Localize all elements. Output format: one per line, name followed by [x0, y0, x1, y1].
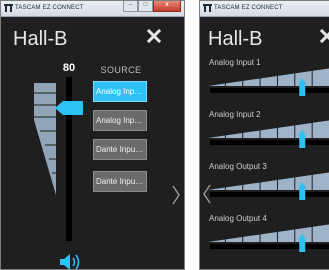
channel-fader-4[interactable]	[208, 224, 329, 255]
close-icon[interactable]	[147, 29, 161, 43]
level-wedge	[208, 120, 329, 138]
source-button-1[interactable]: Analog Input 1	[93, 81, 147, 102]
volume-level-meter	[34, 83, 56, 195]
volume-slider-handle[interactable]	[55, 100, 83, 116]
channel-label-3: Analog Output 3	[209, 162, 267, 171]
chevron-left-icon[interactable]	[203, 184, 211, 204]
channel-label-4: Analog Output 4	[209, 214, 267, 223]
channel-fader-3[interactable]	[208, 172, 329, 203]
source-header: SOURCE	[100, 65, 142, 75]
chevron-right-icon[interactable]	[172, 185, 180, 205]
fader-track	[210, 140, 329, 145]
channels-window: TASCAM EZ CONNECT Hall-B Analog Input 1 …	[199, 0, 329, 270]
page-title: Hall-B	[208, 28, 263, 50]
channel-label-2: Analog Input 2	[209, 110, 261, 119]
fader-track	[210, 192, 329, 197]
level-wedge	[208, 224, 329, 242]
level-wedge	[208, 68, 329, 86]
source-button-3[interactable]: Dante Input 3	[93, 139, 147, 160]
level-wedge	[208, 172, 329, 190]
channel-fader-1[interactable]	[208, 68, 329, 99]
level-value: 80	[62, 62, 76, 74]
fader-track	[210, 244, 329, 249]
window-title: TASCAM EZ CONNECT	[214, 5, 283, 11]
page-title: Hall-B	[13, 28, 68, 50]
minimize-button[interactable]: –	[123, 1, 138, 12]
title-bar[interactable]: TASCAM EZ CONNECT	[200, 1, 329, 17]
app-icon	[4, 4, 13, 12]
speaker-icon[interactable]	[59, 254, 81, 270]
channel-label-1: Analog Input 1	[209, 58, 261, 67]
maximize-button[interactable]: □	[138, 1, 153, 12]
window-title: TASCAM EZ CONNECT	[15, 5, 84, 11]
close-icon[interactable]	[320, 29, 329, 43]
title-bar[interactable]: TASCAM EZ CONNECT – □ x	[1, 1, 184, 17]
source-button-2[interactable]: Analog Input 2	[93, 110, 147, 131]
app-icon	[203, 4, 212, 12]
window-controls: – □ x	[123, 1, 181, 12]
main-window: TASCAM EZ CONNECT – □ x Hall-B 80 SOURCE…	[0, 0, 185, 270]
window-close-button[interactable]: x	[153, 1, 181, 12]
channel-fader-2[interactable]	[208, 120, 329, 151]
source-button-4[interactable]: Dante Input 4	[93, 171, 147, 192]
fader-track	[210, 88, 329, 93]
